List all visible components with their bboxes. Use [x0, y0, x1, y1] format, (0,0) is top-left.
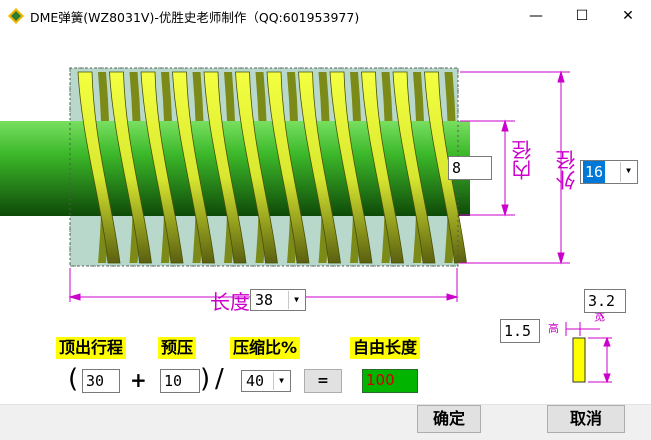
- compression-label: 压缩比%: [230, 337, 301, 359]
- inner-diameter-label: 内径: [511, 140, 535, 180]
- compression-value: 40: [246, 372, 265, 390]
- ok-button[interactable]: 确定: [417, 405, 481, 433]
- close-paren: ): [200, 364, 211, 394]
- outer-diameter-value: 16: [583, 161, 606, 183]
- free-length-value: 100: [366, 371, 395, 389]
- length-select[interactable]: 38 ▼: [250, 289, 306, 311]
- chevron-down-icon[interactable]: ▼: [273, 372, 289, 390]
- width-input[interactable]: 3.2: [584, 289, 626, 313]
- cancel-button[interactable]: 取消: [547, 405, 625, 433]
- travel-input[interactable]: 30: [82, 369, 120, 393]
- wire-section: [572, 337, 586, 383]
- length-label: 长度: [210, 290, 250, 314]
- length-value: 38: [255, 291, 274, 309]
- calculate-button[interactable]: =: [304, 369, 342, 393]
- free-length-result: 100: [362, 369, 418, 393]
- open-paren: (: [68, 364, 79, 394]
- height-label: 高: [548, 322, 559, 335]
- outer-diameter-label: 外径: [555, 150, 579, 190]
- preload-label: 预压: [158, 337, 197, 359]
- compression-select[interactable]: 40 ▼: [241, 370, 291, 392]
- travel-label: 顶出行程: [56, 337, 127, 359]
- preload-input[interactable]: 10: [160, 369, 200, 393]
- inner-diameter-input[interactable]: 8: [448, 156, 492, 180]
- chevron-down-icon[interactable]: ▼: [620, 162, 636, 182]
- plus-sign: +: [130, 368, 147, 392]
- height-input[interactable]: 1.5: [500, 319, 540, 343]
- free-length-label: 自由长度: [350, 337, 421, 359]
- divide-slash: /: [215, 364, 224, 394]
- outer-diameter-select[interactable]: 16 ▼: [580, 160, 638, 184]
- chevron-down-icon[interactable]: ▼: [288, 291, 304, 309]
